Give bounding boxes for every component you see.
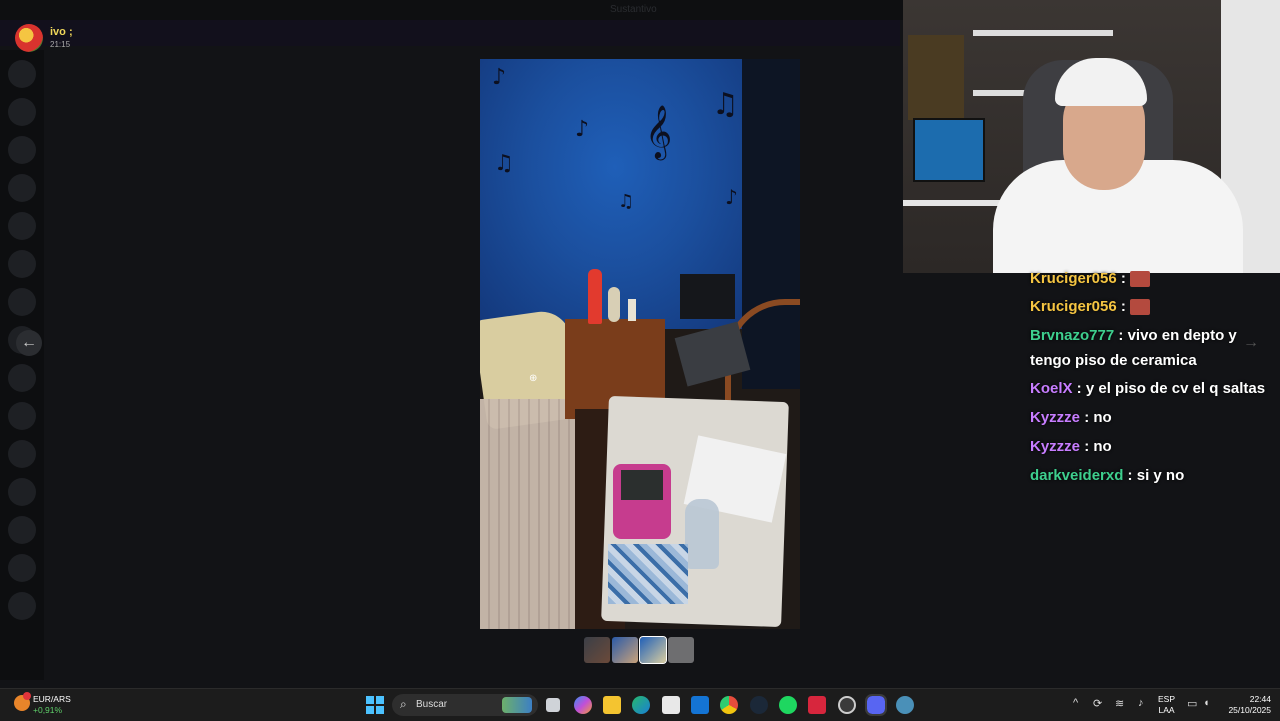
chat-message: tengo piso de ceramica <box>1030 352 1197 369</box>
task-view-icon[interactable] <box>546 698 560 712</box>
spotify-icon[interactable] <box>779 696 797 714</box>
search-icon: ⌕ <box>400 697 407 711</box>
server-icon[interactable] <box>8 136 36 164</box>
server-icon[interactable] <box>8 592 36 620</box>
store-icon[interactable] <box>662 696 680 714</box>
ticker-pair: EUR/ARS <box>33 694 71 704</box>
chat-message: KoelX : y el piso de cv el q saltas <box>1030 380 1266 397</box>
announcement-banner <box>0 20 900 46</box>
photo-bed <box>480 399 578 629</box>
server-icon[interactable] <box>8 60 36 88</box>
zoom-cursor-icon: ⊕ <box>529 373 538 384</box>
microphone-icon[interactable]: ♪ <box>1138 697 1144 709</box>
photo-box <box>680 274 735 319</box>
photo-tray <box>613 464 671 539</box>
photo-bottle <box>588 269 602 324</box>
webcam-overlay <box>903 0 1280 273</box>
window-title: Sustantivo <box>610 4 657 15</box>
photo-water-bottle <box>685 499 719 569</box>
volume-icon[interactable]: ◖ <box>1203 697 1210 709</box>
music-note-icon: ♪ <box>575 117 590 142</box>
treble-clef-icon: 𝄞 <box>645 104 673 158</box>
stock-ticker-icon[interactable] <box>14 692 31 711</box>
search-box[interactable]: ⌕ Buscar <box>392 694 538 716</box>
poster <box>908 35 964 120</box>
clock[interactable]: 22:44 25/10/2025 <box>1225 694 1271 716</box>
arrow-left-icon: ← <box>21 334 37 351</box>
image-viewer[interactable]: ♪ ♫ 𝄞 ♪ ♫ ♫ ♪ <box>480 59 800 629</box>
taskbar: EUR/ARS +0,91% ⌕ Buscar ^ ⟳ ≋ ♪ ESP LAA … <box>0 688 1280 721</box>
search-highlight-icon <box>502 697 532 713</box>
notification-time: 21:15 <box>50 40 71 49</box>
photo-figurine <box>608 287 620 322</box>
ticker-change: +0,91% <box>33 705 63 715</box>
start-button[interactable] <box>366 696 384 714</box>
server-icon[interactable] <box>8 364 36 392</box>
chat-message: Kruciger056 : <box>1030 270 1150 288</box>
server-icon[interactable] <box>8 250 36 278</box>
server-icon[interactable] <box>8 174 36 202</box>
server-icon[interactable] <box>8 212 36 240</box>
server-icon[interactable] <box>8 98 36 126</box>
photo-bottle <box>628 299 636 321</box>
server-icon[interactable] <box>8 554 36 582</box>
server-icon[interactable] <box>8 516 36 544</box>
chrome-icon[interactable] <box>720 696 738 714</box>
app-icon[interactable] <box>808 696 826 714</box>
chat-message: Kruciger056 : <box>1030 298 1150 316</box>
emote-icon <box>1129 271 1150 288</box>
server-icon[interactable] <box>8 402 36 430</box>
server-icon[interactable] <box>8 288 36 316</box>
notification-name: ivo ; <box>50 26 73 38</box>
music-note-icon: ♫ <box>618 191 635 212</box>
outlook-icon[interactable] <box>691 696 709 714</box>
channel-list <box>44 50 264 650</box>
server-icon[interactable] <box>8 440 36 468</box>
next-image-button[interactable]: → <box>1238 330 1264 356</box>
file-explorer-icon[interactable] <box>603 696 621 714</box>
chat-message: Kyzzze : no <box>1030 438 1112 455</box>
thumbnail[interactable] <box>639 636 667 664</box>
previous-image-button[interactable]: ← <box>16 330 42 356</box>
emote-icon <box>1129 299 1150 316</box>
globe-app-icon[interactable] <box>896 696 914 714</box>
thumbnail-strip <box>584 636 694 664</box>
edge-icon[interactable] <box>632 696 650 714</box>
discord-icon[interactable] <box>865 694 887 716</box>
server-rail <box>0 50 44 680</box>
music-note-icon: ♪ <box>725 185 738 209</box>
obs-icon[interactable] <box>838 696 856 714</box>
network-icon[interactable]: ≋ <box>1115 697 1124 710</box>
chat-message: darkveiderxd : si y no <box>1030 467 1185 484</box>
display-icon[interactable]: ▭ <box>1187 697 1197 710</box>
stock-ticker[interactable]: EUR/ARS +0,91% <box>33 694 71 716</box>
chevron-up-icon[interactable]: ^ <box>1073 697 1078 709</box>
steam-icon[interactable] <box>750 696 768 714</box>
search-label: Buscar <box>416 699 448 710</box>
thumbnail[interactable] <box>668 637 694 663</box>
music-note-icon: ♫ <box>494 151 514 176</box>
server-icon[interactable] <box>8 478 36 506</box>
sync-icon[interactable]: ⟳ <box>1093 697 1102 710</box>
language-indicator[interactable]: ESP LAA <box>1158 694 1175 716</box>
chat-message: Brvnazo777 : vivo en depto y <box>1030 327 1237 344</box>
thumbnail[interactable] <box>612 637 638 663</box>
music-note-icon: ♪ <box>492 65 507 90</box>
monitor <box>913 118 985 182</box>
copilot-icon[interactable] <box>574 696 592 714</box>
music-note-icon: ♫ <box>712 87 739 122</box>
arrow-right-icon: → <box>1243 334 1259 351</box>
chat-message: Kyzzze : no <box>1030 409 1112 426</box>
thumbnail[interactable] <box>584 637 610 663</box>
photo-stickers <box>608 544 688 604</box>
avatar[interactable] <box>15 24 43 52</box>
